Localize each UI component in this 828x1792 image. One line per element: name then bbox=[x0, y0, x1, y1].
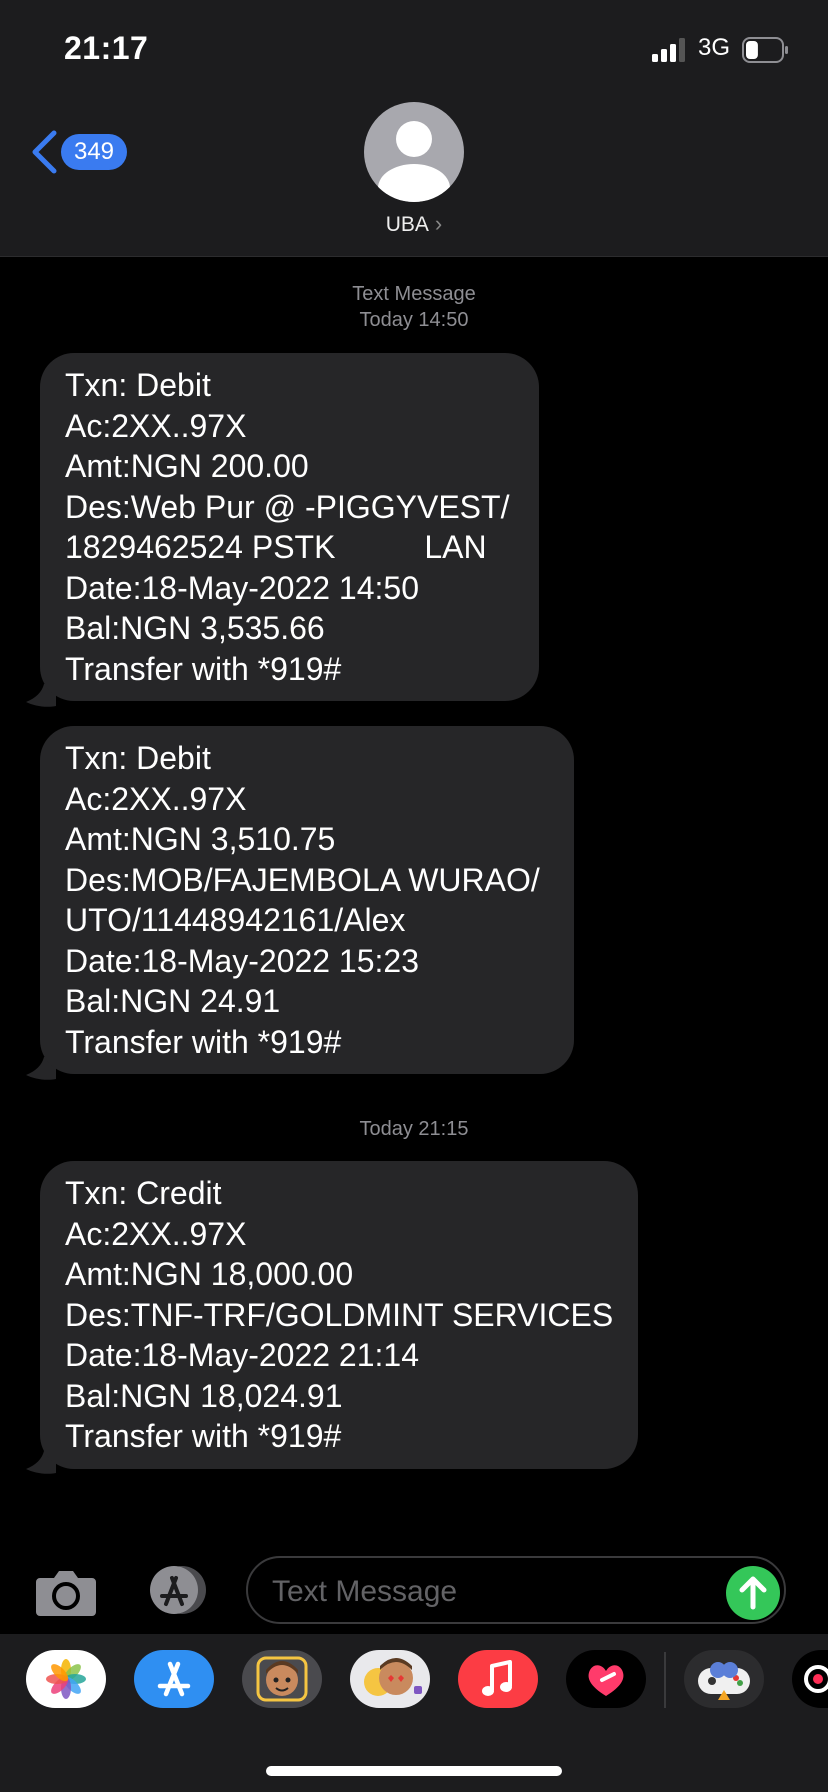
message-line: Txn: Debit bbox=[65, 367, 211, 403]
digital-touch-app[interactable] bbox=[566, 1650, 646, 1708]
network-type: 3G bbox=[698, 34, 731, 61]
timestamp: Today 14:50 bbox=[359, 309, 469, 331]
message-bubble[interactable]: Txn: Credit Ac:2XX..97X Amt:NGN 18,000.0… bbox=[40, 1161, 638, 1469]
memoji-icon bbox=[256, 1656, 308, 1702]
message-input[interactable]: Text Message bbox=[246, 1556, 786, 1624]
message-line: Date:18-May-2022 21:14 bbox=[65, 1337, 419, 1373]
message-line: Transfer with *919# bbox=[65, 1418, 342, 1454]
message-line: 1829462524 PSTK LAN bbox=[65, 529, 487, 565]
message-line: Amt:NGN 3,510.75 bbox=[65, 821, 336, 857]
contact-name-button[interactable]: UBA › bbox=[0, 211, 828, 237]
memoji-stickers-app[interactable] bbox=[350, 1650, 430, 1708]
partial-app-icon bbox=[804, 1665, 828, 1693]
status-time: 21:17 bbox=[64, 30, 149, 66]
message-line: Ac:2XX..97X bbox=[65, 780, 247, 817]
music-app[interactable] bbox=[458, 1650, 538, 1708]
message-line: Transfer with *919# bbox=[65, 650, 342, 687]
back-chevron-icon[interactable] bbox=[30, 130, 60, 174]
game-pigeon-app[interactable] bbox=[684, 1650, 764, 1708]
home-indicator[interactable] bbox=[266, 1766, 562, 1776]
message-line: Des:Web Pur @ -PIGGYVEST/ bbox=[65, 488, 510, 525]
person-silhouette-icon bbox=[378, 121, 450, 202]
message-line: Ac:2XX..97X bbox=[65, 407, 247, 444]
message-bubble[interactable]: Txn: Debit Ac:2XX..97X Amt:NGN 3,510.75 … bbox=[40, 726, 574, 1074]
app-store-app[interactable] bbox=[134, 1650, 214, 1708]
message-line: Txn: Credit bbox=[65, 1175, 222, 1211]
cellular-signal-icon bbox=[652, 38, 685, 62]
message-line: Ac:2XX..97X bbox=[65, 1215, 247, 1252]
timestamp-label: Text Message bbox=[352, 283, 476, 305]
message-line: Bal:NGN 3,535.66 bbox=[65, 610, 325, 646]
app-store-icon bbox=[157, 1661, 191, 1697]
memoji-app[interactable] bbox=[242, 1650, 322, 1708]
message-line: Amt:NGN 200.00 bbox=[65, 448, 309, 484]
message-line: Date:18-May-2022 15:23 bbox=[65, 942, 419, 979]
tray-divider bbox=[664, 1652, 666, 1708]
message-line: Amt:NGN 18,000.00 bbox=[65, 1256, 354, 1292]
digital-touch-icon bbox=[588, 1665, 624, 1696]
photos-icon bbox=[46, 1659, 86, 1699]
message-line: Date:18-May-2022 14:50 bbox=[65, 569, 419, 606]
game-pigeon-icon bbox=[698, 1662, 750, 1700]
message-line: UTO/11448942161/Alex bbox=[65, 902, 406, 938]
camera-icon[interactable] bbox=[34, 1566, 98, 1618]
contact-avatar[interactable] bbox=[364, 102, 464, 202]
battery-icon bbox=[742, 37, 788, 63]
music-icon bbox=[482, 1660, 512, 1696]
message-input-placeholder: Text Message bbox=[272, 1575, 458, 1608]
app-store-icon[interactable] bbox=[140, 1564, 212, 1616]
message-bubble[interactable]: Txn: Debit Ac:2XX..97X Amt:NGN 200.00 De… bbox=[40, 353, 539, 701]
message-line: Txn: Debit bbox=[65, 740, 211, 776]
animoji-stickers-icon bbox=[364, 1658, 422, 1696]
message-line: Des:MOB/FAJEMBOLA WURAO/ bbox=[65, 861, 540, 898]
chevron-right-icon: › bbox=[434, 211, 443, 236]
message-line: Bal:NGN 24.91 bbox=[65, 983, 281, 1019]
contact-name: UBA bbox=[385, 213, 429, 236]
message-line: Bal:NGN 18,024.91 bbox=[65, 1377, 343, 1414]
app-drawer bbox=[0, 1634, 828, 1792]
photos-app[interactable] bbox=[26, 1650, 106, 1708]
timestamp: Today 21:15 bbox=[359, 1118, 469, 1140]
send-button[interactable] bbox=[726, 1566, 780, 1620]
send-arrow-icon bbox=[739, 1576, 767, 1610]
partial-app[interactable] bbox=[792, 1650, 828, 1708]
conversation-header: 21:17 3G 349 UBA › bbox=[0, 0, 828, 257]
message-line: Transfer with *919# bbox=[65, 1023, 342, 1060]
message-line: Des:TNF-TRF/GOLDMINT SERVICES bbox=[65, 1296, 614, 1333]
unread-count-badge[interactable]: 349 bbox=[61, 134, 127, 170]
